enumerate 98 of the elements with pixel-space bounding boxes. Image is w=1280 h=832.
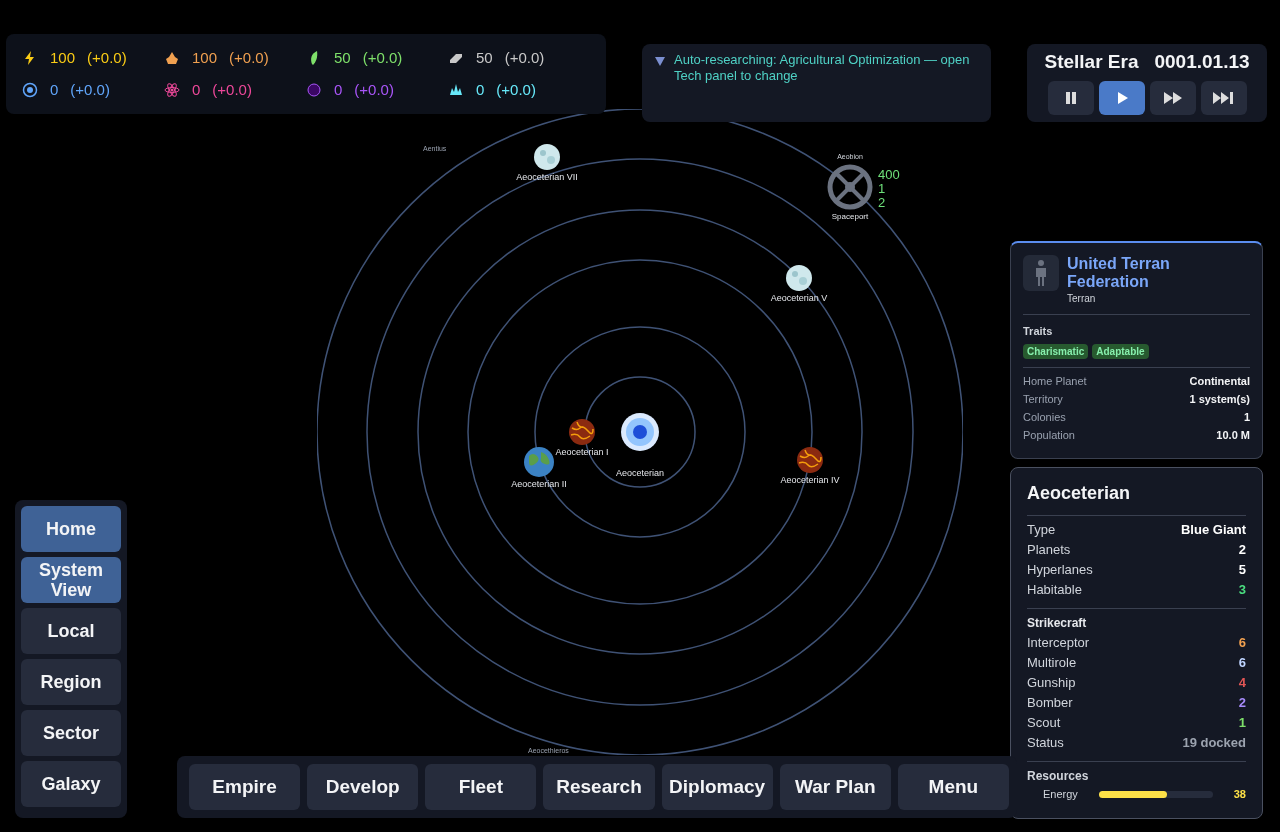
- view-button[interactable]: Local: [21, 608, 121, 654]
- notice-text: Auto-researching: Agricultural Optimization — open Tech panel to change: [674, 52, 971, 85]
- stat-value: 10.0 M: [1216, 427, 1250, 443]
- trait-tag: Charismatic: [1023, 343, 1089, 359]
- resources-heading: Resources: [1027, 768, 1090, 785]
- resource-amount: 50: [476, 47, 493, 68]
- stat-value: 1 system(s): [1189, 391, 1250, 407]
- info-label: Type: [1027, 521, 1056, 539]
- trait-tag: Adaptable: [1092, 343, 1149, 359]
- planet-label: Aeoceterian II: [511, 478, 567, 491]
- planet-label: Aeoceterian VII: [516, 171, 578, 184]
- info-label: Hyperlanes: [1027, 561, 1093, 579]
- strikecraft-label: Multirole: [1027, 654, 1077, 672]
- strikecraft-value: 2: [1238, 694, 1246, 712]
- era-label: Stellar Era: [1044, 50, 1139, 74]
- resource-delta: (+0.0): [354, 79, 394, 100]
- stat-label: Colonies: [1023, 409, 1066, 425]
- strikecraft-heading: Strikecraft: [1027, 615, 1088, 632]
- lava-planet-icon[interactable]: [568, 418, 596, 446]
- system-name: Aeoceterian: [1027, 482, 1132, 505]
- strikecraft-label: Scout: [1027, 714, 1061, 732]
- view-button[interactable]: Sector: [21, 710, 121, 756]
- view-button[interactable]: Home: [21, 506, 121, 552]
- spaceport-stat: 2: [878, 196, 887, 210]
- view-button[interactable]: System View: [21, 557, 121, 603]
- nav-button[interactable]: Research: [543, 764, 655, 810]
- planet-label: Aeoceterian I: [555, 446, 609, 459]
- strikecraft-value: 6: [1238, 634, 1246, 652]
- speed-button[interactable]: [1047, 80, 1094, 115]
- resource-amount: 0: [192, 79, 201, 100]
- info-value: 5: [1238, 561, 1246, 579]
- view-button[interactable]: Galaxy: [21, 761, 121, 807]
- research-emblem-icon: [22, 82, 38, 98]
- stat-label: Territory: [1023, 391, 1063, 407]
- star-label: Aeoceterian: [614, 467, 665, 480]
- strikecraft-value: 1: [1238, 714, 1246, 732]
- resource-amount: 50: [334, 47, 351, 68]
- earth-planet-icon[interactable]: [523, 446, 555, 478]
- nav-button[interactable]: Diplomacy: [661, 764, 773, 810]
- resource-value: 38: [1233, 787, 1246, 802]
- game-date: 0001.01.13: [1154, 50, 1250, 74]
- fast-forward-icon: [1162, 89, 1183, 106]
- strikecraft-value: 19 docked: [1182, 734, 1246, 752]
- planet-label: Aeoceterian V: [770, 292, 828, 305]
- planet-label: Aeoceterian IV: [780, 474, 840, 487]
- resource-delta: (+0.0): [87, 47, 127, 68]
- strikecraft-value: 4: [1238, 674, 1246, 692]
- stat-value: Continental: [1189, 373, 1250, 389]
- resource-delta: (+0.0): [362, 47, 403, 68]
- spaceport-stat: 400: [878, 168, 900, 182]
- info-value: 3: [1238, 581, 1246, 599]
- view-button[interactable]: Region: [21, 659, 121, 705]
- resource-delta: (+0.0): [229, 47, 269, 68]
- speed-button[interactable]: [1098, 80, 1145, 115]
- nav-button[interactable]: War Plan: [779, 764, 891, 810]
- spaceport-stat: 1: [878, 182, 887, 196]
- ice-planet-icon[interactable]: [533, 143, 561, 171]
- info-label: Planets: [1027, 541, 1071, 559]
- stat-label: Home Planet: [1023, 373, 1087, 389]
- resource-amount: 0: [476, 79, 485, 100]
- spaceport-label: Spaceport: [831, 210, 869, 223]
- resource-delta: (+0.0): [212, 79, 252, 100]
- empire-name: United Terran Federation: [1067, 255, 1171, 291]
- resource-amount: 0: [50, 79, 59, 100]
- strikecraft-label: Gunship: [1027, 674, 1076, 692]
- skip-forward-icon: [1211, 89, 1236, 106]
- collapse-toggle-icon[interactable]: [654, 55, 666, 67]
- dark-orb-icon: [306, 82, 322, 98]
- speed-button[interactable]: [1149, 80, 1196, 115]
- nav-button[interactable]: Empire: [189, 764, 301, 810]
- strikecraft-label: Interceptor: [1027, 634, 1090, 652]
- lava-planet-icon[interactable]: [796, 446, 824, 474]
- strikecraft-label: Bomber: [1027, 694, 1073, 712]
- strikecraft-label: Status: [1027, 734, 1064, 752]
- ice-planet-icon[interactable]: [785, 264, 813, 292]
- resource-delta: (+0.0): [70, 79, 110, 100]
- resource-amount: 100: [50, 47, 76, 68]
- resource-amount: 100: [192, 47, 218, 68]
- speed-button[interactable]: [1200, 80, 1247, 115]
- nav-button[interactable]: Develop: [307, 764, 419, 810]
- info-value: 2: [1238, 541, 1246, 559]
- resource-amount: 0: [334, 79, 343, 100]
- info-label: Habitable: [1027, 581, 1082, 599]
- info-value: Blue Giant: [1181, 521, 1246, 539]
- nav-button[interactable]: Fleet: [425, 764, 537, 810]
- atom-icon: [164, 82, 180, 98]
- species-label: Terran: [1067, 292, 1097, 306]
- resource-delta: (+0.0): [496, 79, 536, 100]
- person-silhouette-icon: [1033, 259, 1049, 287]
- stat-value: 1: [1243, 409, 1250, 425]
- strikecraft-value: 6: [1238, 654, 1246, 672]
- resource-delta: (+0.0): [504, 47, 545, 68]
- spaceport-station-icon[interactable]: [826, 162, 874, 211]
- resource-label: Energy: [1043, 787, 1079, 802]
- nav-button[interactable]: Menu: [897, 764, 1009, 810]
- crystal-cluster-icon: [164, 50, 180, 66]
- traits-heading: Traits: [1023, 324, 1054, 339]
- stat-label: Population: [1023, 427, 1075, 443]
